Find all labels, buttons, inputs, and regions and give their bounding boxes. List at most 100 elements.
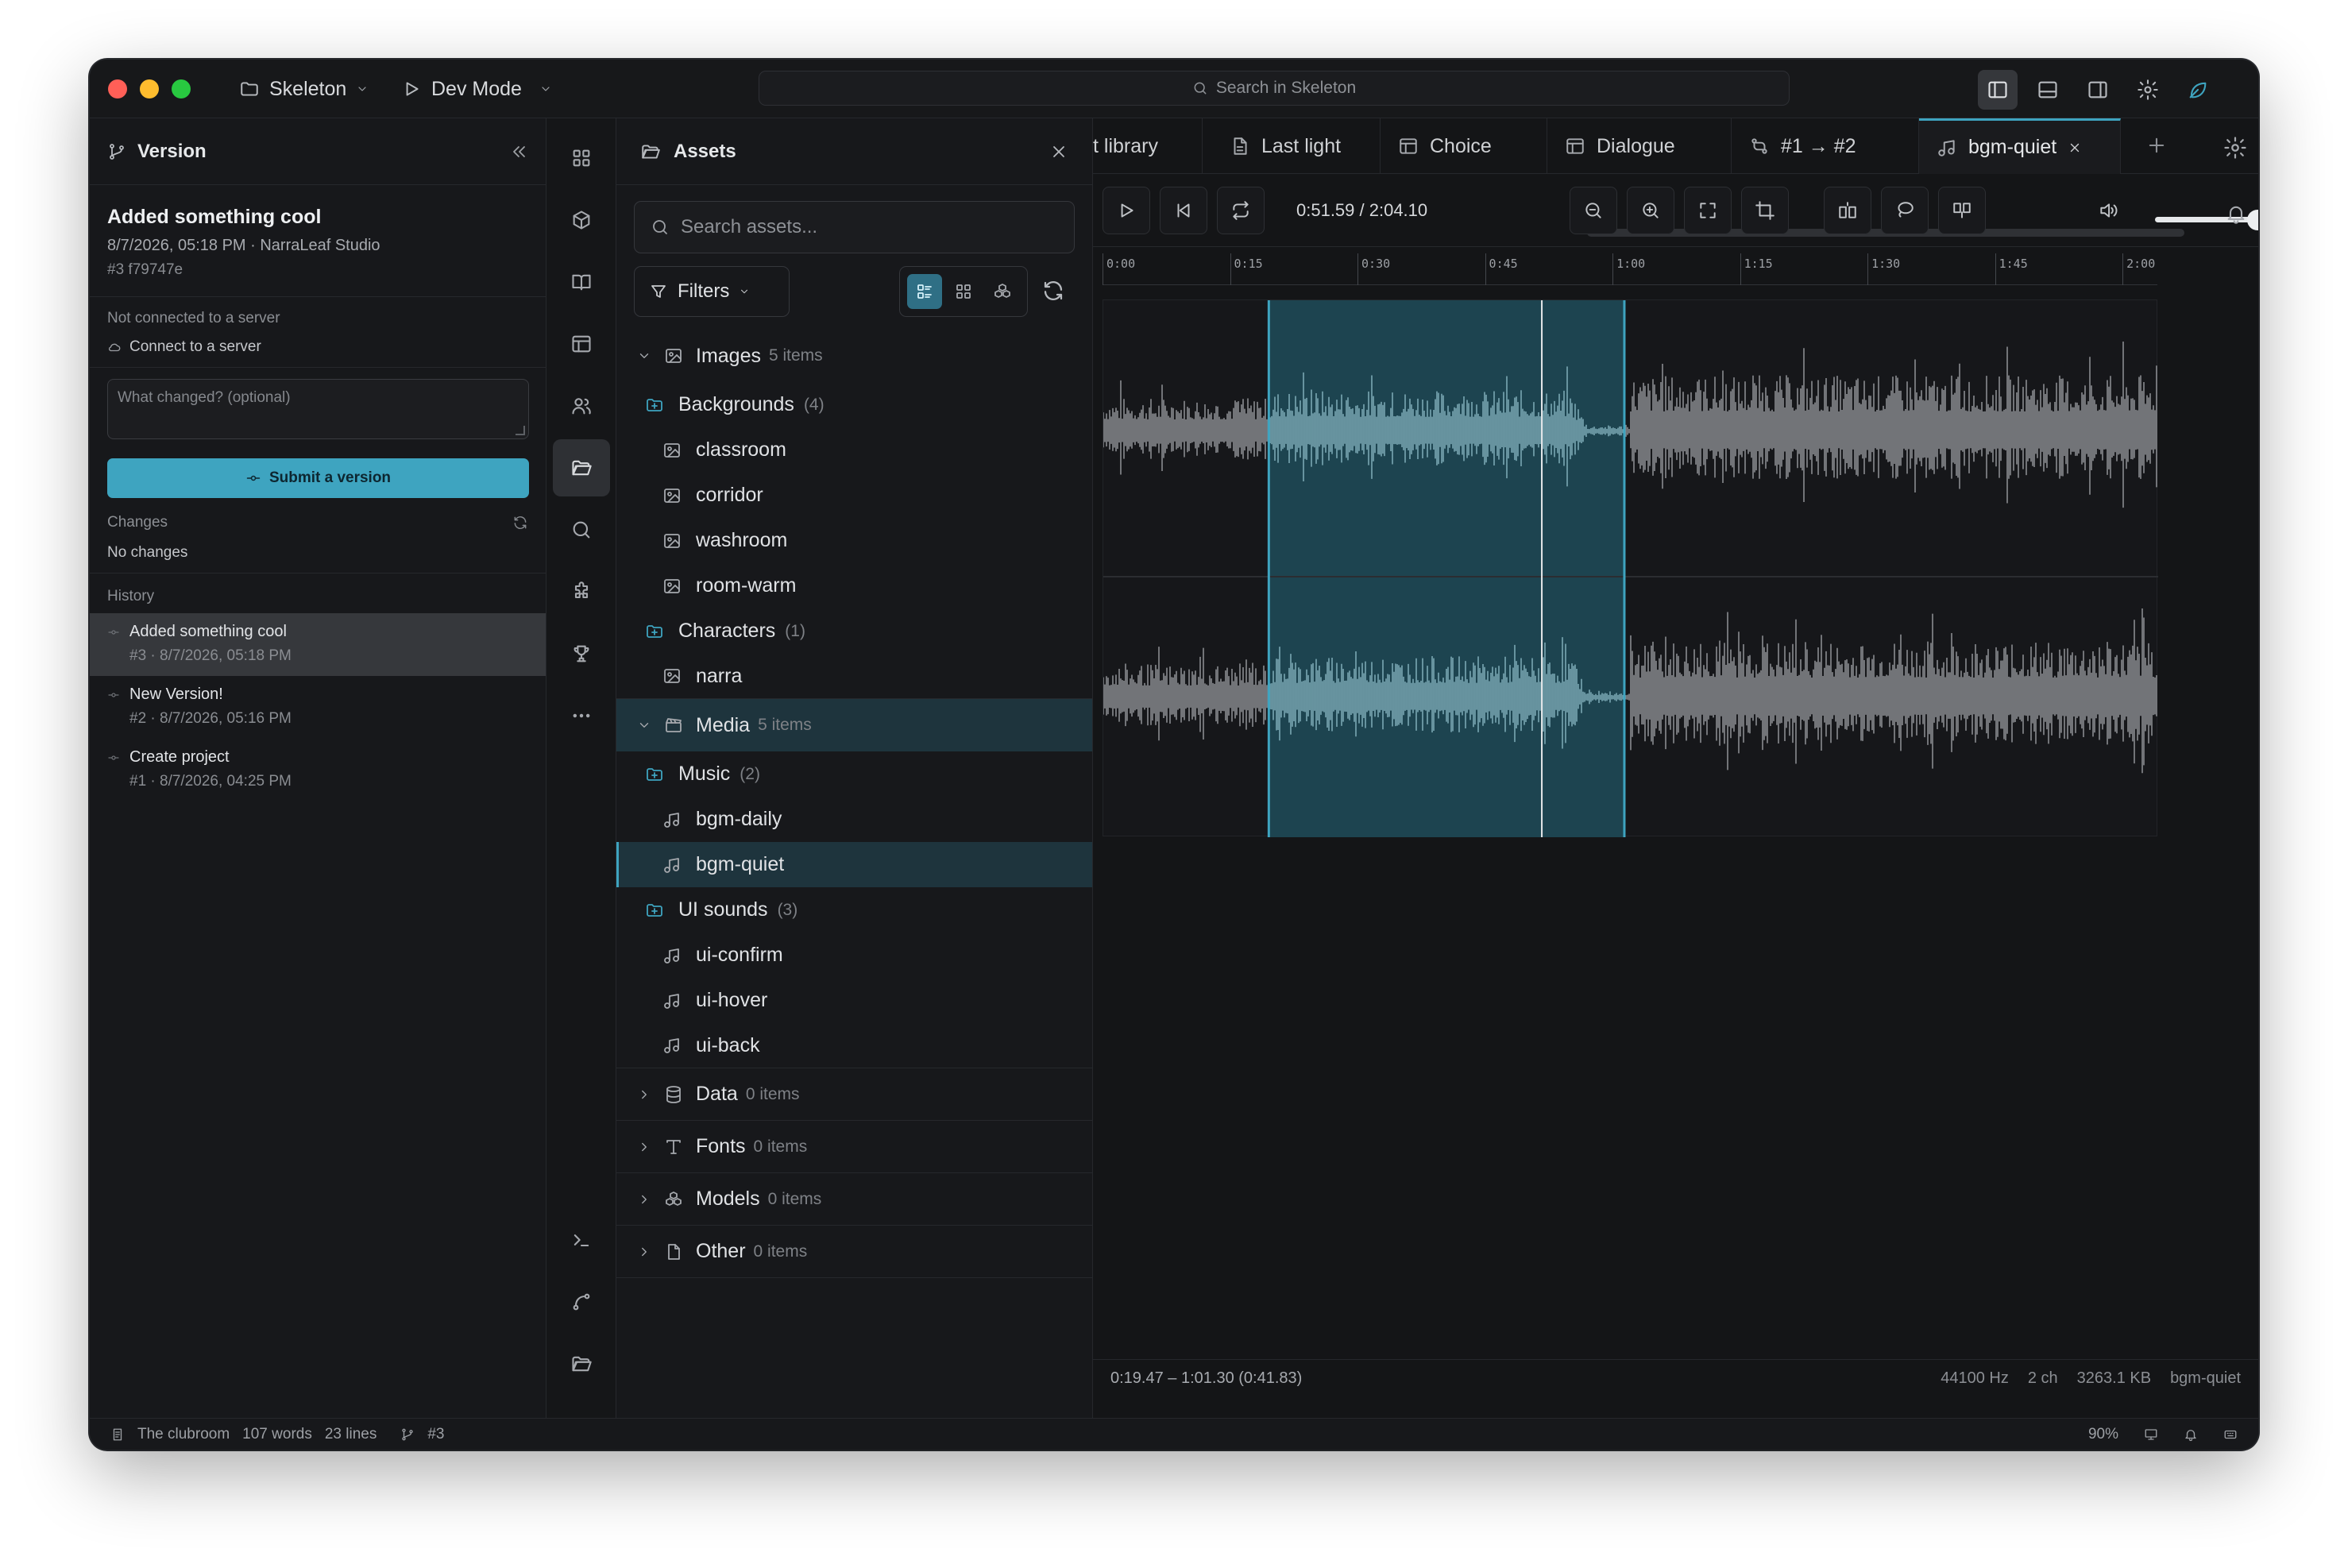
waveform[interactable] xyxy=(1103,300,2158,837)
asset-file[interactable]: ui-back xyxy=(616,1023,1092,1068)
asset-file[interactable]: ui-confirm xyxy=(616,933,1092,978)
history-item[interactable]: Create project #1 · 8/7/2026, 04:25 PM xyxy=(90,739,546,801)
search-icon xyxy=(570,519,593,541)
asset-file[interactable]: room-warm xyxy=(616,563,1092,608)
asset-file[interactable]: ui-hover xyxy=(616,978,1092,1023)
category-other[interactable]: Other 0 items xyxy=(616,1226,1092,1278)
monitor-icon[interactable] xyxy=(2144,1427,2158,1442)
refresh-assets-button[interactable] xyxy=(1041,279,1065,303)
submit-version-button[interactable]: Submit a version xyxy=(107,458,529,498)
activity-achievements[interactable] xyxy=(553,625,610,682)
collapse-panel-icon[interactable] xyxy=(509,142,528,161)
refresh-icon[interactable] xyxy=(512,515,528,531)
activity-route[interactable] xyxy=(553,1273,610,1330)
project-switcher[interactable]: Skeleton xyxy=(239,74,369,104)
zoom-out-button[interactable] xyxy=(1570,187,1617,234)
split-button[interactable] xyxy=(1824,187,1871,234)
activity-files[interactable] xyxy=(553,1335,610,1392)
category-label: Other xyxy=(696,1240,746,1262)
tab-bgm-quiet[interactable]: bgm-quiet xyxy=(1919,118,2121,174)
new-tab-button[interactable] xyxy=(2145,134,2168,156)
category-data[interactable]: Data 0 items xyxy=(616,1068,1092,1121)
asset-file[interactable]: bgm-daily xyxy=(616,797,1092,842)
trophy-icon xyxy=(570,643,593,665)
latest-version-title: Added something cool xyxy=(107,206,322,228)
grid-view-button[interactable] xyxy=(946,274,981,309)
zoom-in-button[interactable] xyxy=(1627,187,1674,234)
mute-button[interactable] xyxy=(2084,187,2132,234)
toggle-left-panel-button[interactable] xyxy=(1978,70,2018,110)
tab-last-light[interactable]: Last light xyxy=(1212,118,1381,174)
loop-button[interactable] xyxy=(1217,187,1265,234)
category-fonts[interactable]: Fonts 0 items xyxy=(616,1121,1092,1173)
fit-view-button[interactable] xyxy=(1684,187,1732,234)
tab-dialogue[interactable]: Dialogue xyxy=(1547,118,1732,174)
close-window-button[interactable] xyxy=(108,79,127,98)
region-loop-button[interactable] xyxy=(1881,187,1929,234)
mode-switcher[interactable]: Dev Mode xyxy=(401,74,552,104)
asset-file[interactable]: narra xyxy=(616,654,1092,699)
filters-button[interactable]: Filters xyxy=(634,266,790,317)
history-item[interactable]: New Version! #2 · 8/7/2026, 05:16 PM xyxy=(90,676,546,739)
toggle-right-panel-button[interactable] xyxy=(2078,70,2118,110)
play-button[interactable] xyxy=(1103,187,1150,234)
gear-icon[interactable] xyxy=(2223,136,2247,160)
keyboard-icon[interactable] xyxy=(2223,1427,2238,1442)
activity-search[interactable] xyxy=(553,501,610,558)
folder-backgrounds[interactable]: Backgrounds (4) xyxy=(616,382,1092,427)
asset-file-label: bgm-daily xyxy=(696,808,782,830)
activity-dashboard[interactable] xyxy=(553,129,610,187)
history-item[interactable]: Added something cool #3 · 8/7/2026, 05:18… xyxy=(90,613,546,676)
crop-button[interactable] xyxy=(1741,187,1789,234)
volume-slider-handle[interactable] xyxy=(2247,210,2258,230)
list-view-button[interactable] xyxy=(906,274,942,309)
activity-characters[interactable] xyxy=(553,377,610,434)
activity-components[interactable] xyxy=(553,191,610,249)
activity-assets[interactable] xyxy=(553,439,610,496)
activity-layout[interactable] xyxy=(553,315,610,373)
category-models[interactable]: Models 0 items xyxy=(616,1173,1092,1226)
category-images[interactable]: Images 5 items xyxy=(616,330,1092,382)
asset-file-selected[interactable]: bgm-quiet xyxy=(616,842,1092,887)
version-message-input[interactable]: What changed? (optional) xyxy=(107,379,529,439)
tab-diff[interactable]: #1 → #2 xyxy=(1732,118,1919,174)
skip-back-button[interactable] xyxy=(1160,187,1207,234)
activity-terminal[interactable] xyxy=(553,1211,610,1269)
folder-ui-sounds[interactable]: UI sounds (3) xyxy=(616,887,1092,933)
global-search[interactable]: Search in Skeleton xyxy=(759,71,1790,106)
markers-button[interactable] xyxy=(1938,187,1986,234)
activity-story[interactable] xyxy=(553,253,610,311)
asset-file[interactable]: classroom xyxy=(616,427,1092,473)
waveform-view[interactable] xyxy=(1103,299,2158,837)
folder-plus-icon xyxy=(645,396,664,415)
folder-characters[interactable]: Characters (1) xyxy=(616,608,1092,654)
settings-button[interactable] xyxy=(2128,70,2168,110)
play-icon xyxy=(401,79,422,99)
asset-file[interactable]: washroom xyxy=(616,518,1092,563)
toggle-bottom-panel-button[interactable] xyxy=(2028,70,2068,110)
maximize-window-button[interactable] xyxy=(172,79,191,98)
selection-region[interactable] xyxy=(1269,300,1624,837)
group-view-button[interactable] xyxy=(985,274,1020,309)
tab-library[interactable]: t library xyxy=(1076,118,1203,174)
minimize-window-button[interactable] xyxy=(140,79,159,98)
activity-more[interactable] xyxy=(553,687,610,744)
activity-plugins[interactable] xyxy=(553,563,610,620)
image-icon xyxy=(662,441,682,460)
close-tab-icon[interactable] xyxy=(2068,141,2082,155)
bell-icon[interactable] xyxy=(2184,1427,2198,1442)
notification-bell-icon[interactable] xyxy=(2225,203,2247,225)
leaf-icon xyxy=(2187,79,2209,101)
zoom-level[interactable]: 90% xyxy=(2088,1426,2118,1443)
lasso-icon xyxy=(1894,200,1915,221)
gear-icon xyxy=(2137,79,2159,101)
category-media[interactable]: Media 5 items xyxy=(616,699,1092,751)
folder-count: (2) xyxy=(740,764,760,783)
connect-server-link[interactable]: Connect to a server xyxy=(107,338,528,356)
sample-rate: 44100 Hz xyxy=(1941,1369,2009,1387)
asset-file[interactable]: corridor xyxy=(616,473,1092,518)
tab-choice[interactable]: Choice xyxy=(1381,118,1547,174)
assets-search-input[interactable]: Search assets... xyxy=(634,201,1075,253)
close-icon[interactable] xyxy=(1049,142,1068,161)
folder-music[interactable]: Music (2) xyxy=(616,751,1092,797)
